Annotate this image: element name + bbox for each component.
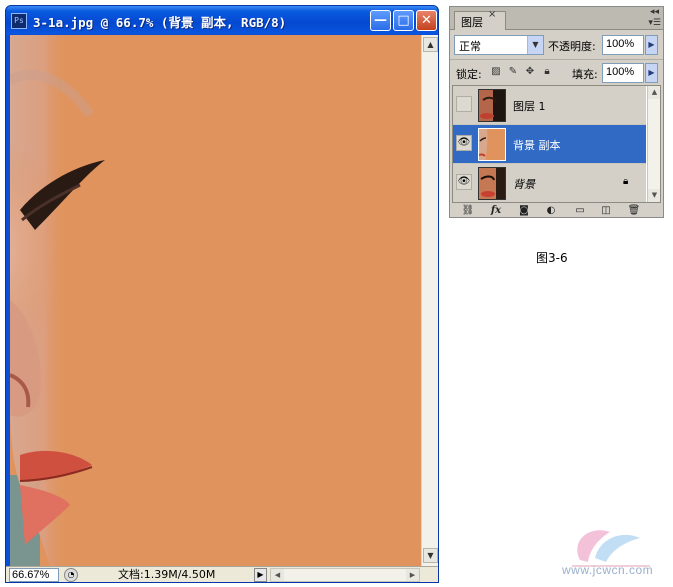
panel-tabbar: 图层 × ◂◂ ▾☰ — [450, 7, 663, 30]
image-canvas[interactable] — [10, 35, 421, 566]
tab-layers-label: 图层 — [461, 16, 483, 29]
link-icon[interactable]: ⛓ — [460, 204, 476, 217]
lock-row: 锁定: ▨ ✎ ✥ 🔒︎ 填充: 100% ▶ — [450, 59, 663, 83]
new-layer-icon[interactable]: ◫ — [598, 204, 614, 217]
layer-name: 背景 — [513, 178, 535, 191]
visibility-toggle[interactable] — [456, 96, 472, 112]
layer-thumbnail — [478, 128, 506, 161]
tab-layers[interactable]: 图层 — [454, 11, 506, 30]
status-info-icon[interactable]: ◔ — [64, 568, 78, 582]
lock-all-icon[interactable]: 🔒︎ — [541, 66, 553, 78]
figure-caption: 图3-6 — [536, 251, 568, 265]
opacity-label: 不透明度: — [548, 40, 596, 53]
fill-input[interactable]: 100% — [602, 63, 644, 83]
panel-footer: ⛓ fx ◙ ◐ ▭ ◫ 🗑︎ — [450, 204, 663, 218]
layer-list-scrollbar[interactable]: ▲ ▼ — [647, 86, 660, 202]
maximize-icon: □ — [397, 13, 410, 28]
document-titlebar[interactable]: Ps 3-1a.jpg @ 66.7% (背景 副本, RGB/8) — □ ✕ — [6, 6, 438, 34]
layer-thumbnail — [478, 167, 506, 200]
layer-row[interactable]: 图层 1 — [453, 86, 646, 125]
collapse-icon[interactable]: ◂◂ — [650, 7, 659, 17]
mask-icon[interactable]: ◙ — [516, 204, 532, 217]
scroll-left-icon[interactable]: ◀ — [271, 569, 284, 581]
scroll-up-icon[interactable]: ▲ — [423, 37, 438, 52]
blend-mode-value: 正常 — [459, 40, 481, 53]
vertical-scrollbar[interactable]: ▲ ▼ — [421, 35, 438, 566]
scroll-down-icon[interactable]: ▼ — [423, 548, 438, 563]
adjustment-icon[interactable]: ◐ — [543, 204, 559, 217]
scroll-right-icon[interactable]: ▶ — [406, 569, 419, 581]
group-folder-icon[interactable]: ▭ — [572, 204, 588, 217]
layer-list: 图层 1 👁︎ 背景 副本 👁︎ 背景 🔒︎ ▲ ▼ — [452, 85, 661, 203]
lock-icon: 🔒︎ — [623, 176, 629, 187]
fill-flyout-icon[interactable]: ▶ — [645, 63, 658, 83]
fill-label: 填充: — [572, 68, 598, 81]
horizontal-scrollbar[interactable]: ◀ ▶ — [270, 568, 420, 582]
layer-name: 图层 1 — [513, 100, 546, 113]
layer-row-selected[interactable]: 👁︎ 背景 副本 — [453, 125, 646, 164]
trash-icon[interactable]: 🗑︎ — [626, 204, 642, 217]
layer-row[interactable]: 👁︎ 背景 🔒︎ — [453, 164, 646, 202]
chevron-down-icon: ▼ — [527, 36, 543, 54]
layer-thumbnail — [478, 89, 506, 122]
minimize-button[interactable]: — — [370, 10, 391, 31]
close-button[interactable]: ✕ — [416, 10, 437, 31]
eye-icon[interactable]: 👁︎ — [456, 135, 472, 151]
document-size-info: 文档:1.39M/4.50M — [118, 568, 216, 581]
status-menu-arrow-icon[interactable]: ▶ — [254, 568, 267, 582]
document-title: 3-1a.jpg @ 66.7% (背景 副本, RGB/8) — [33, 15, 287, 30]
eye-icon[interactable]: 👁︎ — [456, 174, 472, 190]
lock-paint-brush-icon[interactable]: ✎ — [507, 66, 519, 78]
document-window: Ps 3-1a.jpg @ 66.7% (背景 副本, RGB/8) — □ ✕ — [5, 5, 439, 583]
zoom-level-field[interactable]: 66.67% — [9, 568, 59, 582]
photoshop-app-icon: Ps — [11, 13, 27, 29]
scroll-down-icon[interactable]: ▼ — [648, 189, 660, 202]
minimize-icon: — — [374, 13, 387, 28]
lock-label: 锁定: — [456, 68, 482, 81]
blend-mode-select[interactable]: 正常 ▼ — [454, 35, 544, 55]
layer-name: 背景 副本 — [513, 139, 561, 152]
lock-position-move-icon[interactable]: ✥ — [524, 66, 536, 78]
opacity-flyout-icon[interactable]: ▶ — [645, 35, 658, 55]
tab-close-icon[interactable]: × — [488, 9, 496, 20]
maximize-button[interactable]: □ — [393, 10, 414, 31]
lock-transparency-icon[interactable]: ▨ — [490, 66, 502, 78]
face-photo — [10, 35, 421, 566]
fx-icon[interactable]: fx — [488, 204, 504, 217]
status-bar: 66.67% ◔ 文档:1.39M/4.50M ▶ ◀ ▶ — [6, 566, 438, 582]
close-icon: ✕ — [421, 13, 432, 28]
panel-menu-icon[interactable]: ▾☰ — [648, 18, 661, 28]
watermark-text: www.jcwcn.com — [562, 563, 654, 577]
layers-panel: 图层 × ◂◂ ▾☰ 正常 ▼ 不透明度: 100% ▶ 锁定: ▨ ✎ ✥ 🔒… — [449, 6, 664, 218]
scroll-up-icon[interactable]: ▲ — [648, 86, 660, 99]
opacity-input[interactable]: 100% — [602, 35, 644, 55]
